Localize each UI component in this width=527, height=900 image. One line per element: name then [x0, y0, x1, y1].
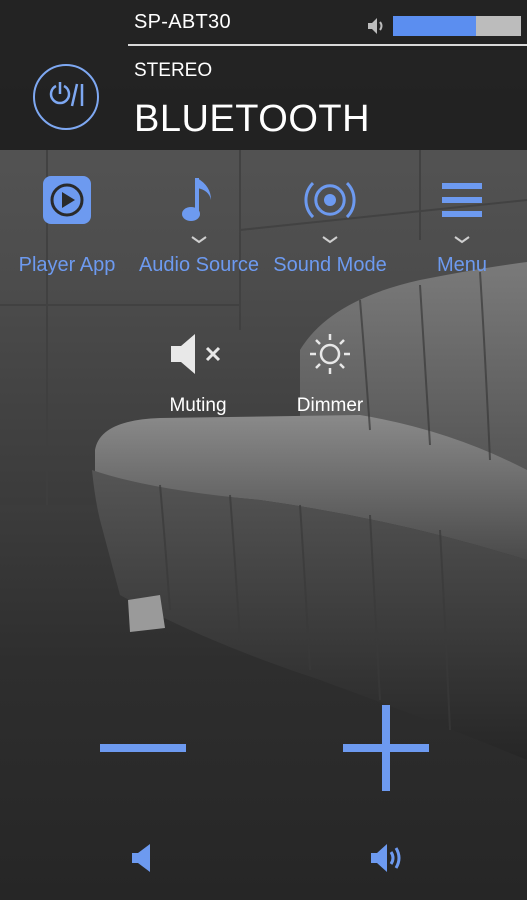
dimmer-button[interactable]: Dimmer — [270, 332, 390, 422]
menu-item-sound-mode[interactable]: Sound Mode — [265, 172, 395, 302]
menu-item-menu[interactable]: Menu — [397, 172, 527, 302]
muting-label: Muting — [169, 395, 227, 416]
volume-up-button[interactable] — [336, 700, 436, 800]
muting-button[interactable]: Muting — [138, 332, 258, 422]
device-name: SP-ABT30 — [134, 11, 231, 33]
chevron-down-icon — [453, 232, 471, 250]
menu-item-player-app[interactable]: Player App — [2, 172, 132, 302]
menu-label-menu: Menu — [436, 254, 488, 276]
play-icon — [41, 174, 93, 231]
menu-item-audio-source[interactable]: Audio Source — [134, 172, 264, 302]
chevron-down-icon — [190, 232, 208, 250]
header-divider — [128, 44, 527, 46]
plus-icon — [341, 703, 431, 798]
volume-level-bar[interactable] — [393, 16, 521, 36]
menu-label-player-app: Player App — [18, 254, 116, 276]
music-note-icon — [179, 174, 219, 231]
volume-low-indicator — [120, 840, 164, 880]
current-source-label: BLUETOOTH — [134, 98, 371, 140]
speaker-low-icon — [130, 842, 154, 879]
dimmer-label: Dimmer — [296, 395, 364, 416]
power-button[interactable] — [33, 64, 99, 130]
header-bar: SP-ABT30 STEREO BLUETOOTH — [0, 0, 527, 150]
surround-icon — [303, 173, 357, 232]
menu-label-audio-source: Audio Source — [138, 254, 260, 276]
volume-level-fill — [393, 16, 477, 36]
volume-high-indicator — [362, 840, 412, 880]
speaker-high-icon — [369, 842, 405, 879]
menu-label-sound-mode: Sound Mode — [273, 254, 387, 276]
audio-mode-label: STEREO — [134, 60, 213, 81]
minus-icon — [98, 741, 188, 759]
chevron-down-icon — [321, 232, 339, 250]
power-icon — [46, 79, 86, 116]
mute-speaker-icon — [167, 332, 229, 381]
volume-down-button[interactable] — [93, 710, 193, 790]
sun-icon — [305, 332, 355, 381]
volume-speaker-icon — [366, 15, 388, 42]
hamburger-icon — [440, 180, 484, 225]
